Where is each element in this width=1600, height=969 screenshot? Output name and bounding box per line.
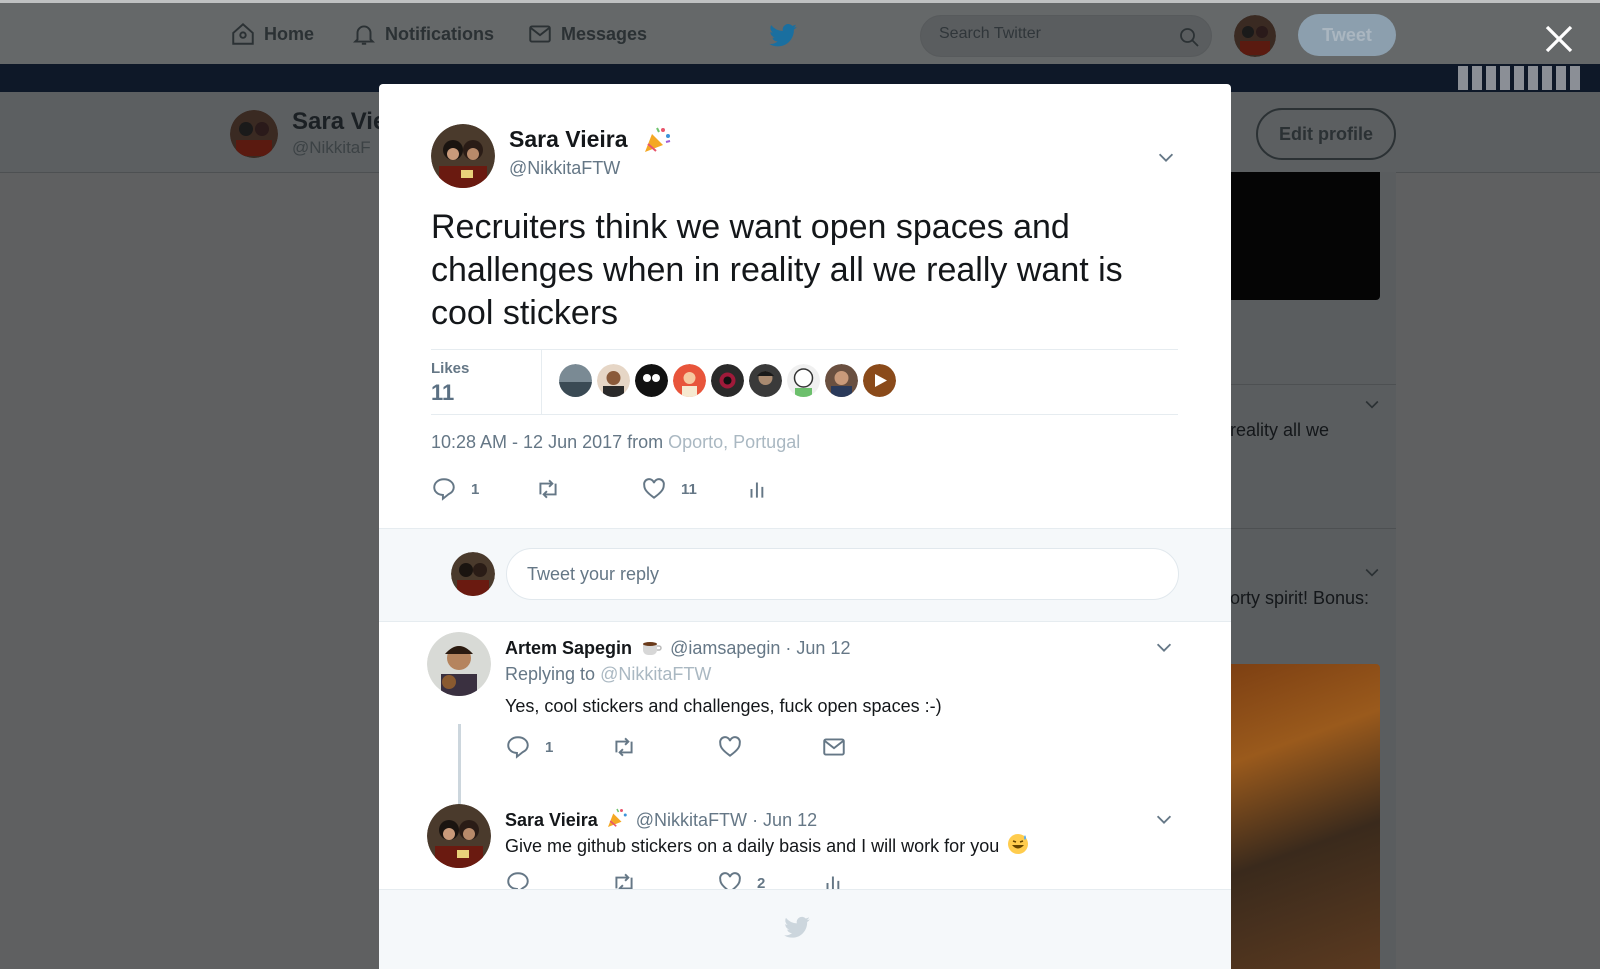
tweet-timestamp: 10:28 AM - 12 Jun 2017 from Oporto, Port… xyxy=(431,432,800,453)
author-avatar[interactable] xyxy=(431,124,495,188)
retweet-action[interactable] xyxy=(535,476,561,502)
reply-icon[interactable] xyxy=(431,476,457,502)
thread-connector xyxy=(458,724,461,804)
reply-author-name[interactable]: Sara Vieira xyxy=(505,810,598,830)
coffee-icon xyxy=(643,642,662,655)
tweet-location[interactable]: Oporto, Portugal xyxy=(668,432,800,452)
retweet-icon[interactable] xyxy=(611,734,637,760)
nav-notifications-label: Notifications xyxy=(385,23,495,44)
reply-author-handle[interactable]: @iamsapegin xyxy=(670,638,780,658)
heart-icon[interactable] xyxy=(641,476,667,502)
direct-message-action[interactable] xyxy=(821,734,847,760)
replying-to-mention[interactable]: @NikkitaFTW xyxy=(600,664,711,684)
liker-avatar[interactable] xyxy=(711,364,744,397)
liker-avatar[interactable] xyxy=(749,364,782,397)
author-name[interactable]: Sara Vieira xyxy=(509,126,628,153)
search-input[interactable] xyxy=(937,24,1171,44)
home-icon xyxy=(232,22,254,45)
profile-name[interactable]: Sara Vie xyxy=(292,108,386,136)
nav-home[interactable]: Home xyxy=(230,21,314,47)
replier-avatar[interactable] xyxy=(427,804,491,868)
envelope-icon xyxy=(529,25,551,43)
liker-avatar[interactable] xyxy=(673,364,706,397)
nav-messages[interactable]: Messages xyxy=(527,21,647,47)
tweet-modal: Sara Vieira @NikkitaFTW Recruiters think… xyxy=(379,84,1231,969)
liker-avatar[interactable] xyxy=(597,364,630,397)
reply-date[interactable]: · Jun 12 xyxy=(785,638,850,658)
reply-header: Artem Sapegin @iamsapegin · Jun 12 xyxy=(505,634,850,659)
liker-avatar[interactable] xyxy=(825,364,858,397)
nav-notifications[interactable]: Notifications xyxy=(351,21,494,47)
search-icon[interactable] xyxy=(1177,25,1201,49)
banner-decoration xyxy=(1458,64,1580,92)
likes-label[interactable]: Likes xyxy=(431,360,469,377)
background-tweet-snippet: reality all we xyxy=(1230,420,1330,440)
close-icon[interactable] xyxy=(1541,21,1577,57)
reply-icon[interactable] xyxy=(505,734,531,760)
liker-avatar[interactable] xyxy=(559,364,592,397)
profile-avatar[interactable] xyxy=(230,110,278,158)
tweet-text: Recruiters think we want open spaces and… xyxy=(431,208,1123,332)
analytics-action[interactable] xyxy=(745,476,771,502)
user-avatar[interactable] xyxy=(451,552,495,596)
replying-to-label: Replying to xyxy=(505,664,601,684)
analytics-icon[interactable] xyxy=(745,476,771,502)
author-handle[interactable]: @NikkitaFTW xyxy=(509,158,620,179)
nav-home-label: Home xyxy=(264,23,315,44)
nav-messages-label: Messages xyxy=(561,23,648,44)
twitter-bird-icon xyxy=(784,916,810,938)
likes-count[interactable]: 11 xyxy=(431,380,454,406)
chevron-down-icon[interactable] xyxy=(1362,394,1382,414)
reply-action[interactable]: 1 xyxy=(505,734,553,760)
replying-to: Replying to @NikkitaFTW xyxy=(505,664,711,685)
envelope-icon[interactable] xyxy=(821,734,847,760)
background-tweet-snippet: orty spirit! Bonus: xyxy=(1230,588,1370,608)
reply-header: Sara Vieira @NikkitaFTW · Jun 12 xyxy=(505,806,817,831)
divider xyxy=(541,350,542,414)
heart-icon[interactable] xyxy=(717,734,743,760)
tweet-button[interactable]: Tweet xyxy=(1298,14,1396,56)
liker-avatar[interactable] xyxy=(787,364,820,397)
twitter-bird-icon[interactable] xyxy=(768,21,798,51)
reply-count: 1 xyxy=(471,480,480,498)
reply-count: 1 xyxy=(545,738,554,756)
chevron-down-icon[interactable] xyxy=(1153,636,1175,658)
reply-action[interactable]: 1 xyxy=(431,476,479,502)
reply-text: Yes, cool stickers and challenges, fuck … xyxy=(505,696,942,716)
modal-footer xyxy=(379,889,1231,969)
chevron-down-icon[interactable] xyxy=(1153,808,1175,830)
reply-input[interactable] xyxy=(506,548,1179,600)
party-popper-icon xyxy=(607,808,627,827)
replier-avatar[interactable] xyxy=(427,632,491,696)
chevron-down-icon[interactable] xyxy=(1155,146,1177,168)
edit-profile-button[interactable]: Edit profile xyxy=(1256,108,1396,160)
reply-composer xyxy=(379,528,1231,622)
liker-avatar[interactable] xyxy=(635,364,668,397)
tweet-stats: Likes 11 xyxy=(431,349,1178,415)
reply-text: Give me github stickers on a daily basis… xyxy=(505,836,1000,856)
top-navigation: Home Notifications Messages Tweet xyxy=(0,0,1600,64)
user-avatar[interactable] xyxy=(1234,15,1276,57)
chevron-down-icon[interactable] xyxy=(1362,562,1382,582)
tweet-time: 10:28 AM - 12 Jun 2017 from xyxy=(431,432,669,452)
grinning-sweat-emoji-icon xyxy=(1008,834,1029,854)
like-action[interactable] xyxy=(717,734,743,760)
like-count: 11 xyxy=(681,480,697,498)
likers-avatars xyxy=(559,364,896,397)
party-popper-icon xyxy=(645,127,671,152)
retweet-action[interactable] xyxy=(611,734,637,760)
search-box[interactable] xyxy=(920,15,1212,57)
liker-avatar[interactable] xyxy=(863,364,896,397)
profile-handle: @NikkitaF xyxy=(292,138,371,157)
reply-author-name[interactable]: Artem Sapegin xyxy=(505,638,632,658)
like-action[interactable]: 11 xyxy=(641,476,697,502)
bell-icon xyxy=(352,25,376,45)
reply-author-handle[interactable]: @NikkitaFTW xyxy=(636,810,747,830)
reply-date[interactable]: · Jun 12 xyxy=(752,810,817,830)
retweet-icon[interactable] xyxy=(535,476,561,502)
reply-text-line: Give me github stickers on a daily basis… xyxy=(505,832,1032,857)
